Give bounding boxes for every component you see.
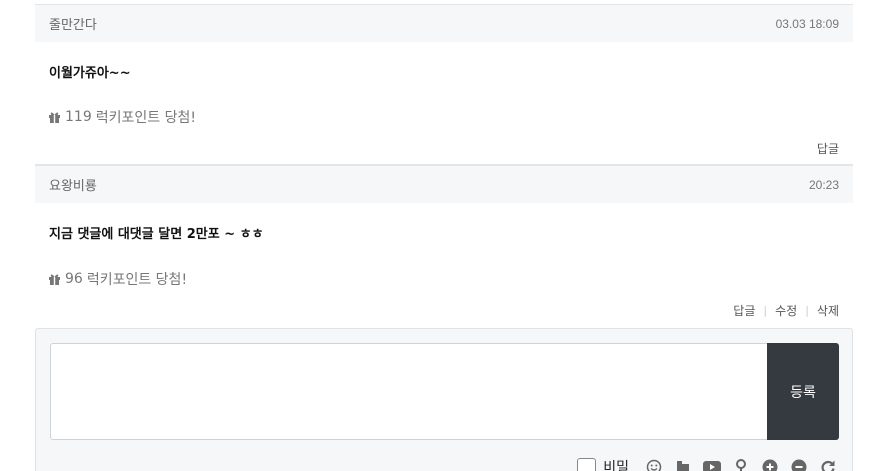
comment-date: 03.03 18:09 — [775, 16, 839, 31]
comment-header: 줄만간다 03.03 18:09 — [35, 4, 853, 42]
lucky-point-text: 럭키포인트 당첨! — [86, 272, 188, 288]
map-pin-icon[interactable] — [731, 458, 751, 471]
lucky-point-notice: 119 럭키포인트 당첨! — [48, 107, 196, 127]
secret-label: 비밀 — [603, 460, 629, 471]
comment-date: 20:23 — [808, 177, 839, 192]
emoticon-icon[interactable] — [644, 458, 664, 471]
action-separator: | — [805, 304, 809, 317]
lucky-point-text: 럭키포인트 당첨! — [95, 110, 196, 126]
action-separator: | — [763, 304, 768, 317]
lucky-point-notice: 96 럭키포인트 당첨! — [48, 269, 187, 289]
secret-toggle[interactable]: 비밀 — [577, 457, 629, 471]
reply-button[interactable]: 답글 — [733, 302, 755, 319]
comment-item: 줄만간다 03.03 18:09 이월가쥬아~~ 119 럭키포인트 당첨! 답… — [35, 4, 853, 164]
comment-actions: 답글 | 수정 | 삭제 — [733, 302, 839, 319]
zoom-out-icon[interactable] — [789, 458, 809, 471]
secret-checkbox[interactable] — [577, 457, 597, 471]
gift-icon — [48, 111, 61, 123]
comment-body: 이월가쥬아~~ — [49, 66, 131, 81]
comment-textarea[interactable] — [50, 343, 768, 440]
delete-button[interactable]: 삭제 — [817, 302, 839, 319]
comment-body: 지금 댓글에 대댓글 달면 2만포 ~ ㅎㅎ — [49, 227, 264, 242]
gift-icon — [48, 273, 61, 285]
lucky-point-value: 96 — [65, 271, 83, 287]
comment-author[interactable]: 요왕비룡 — [49, 175, 97, 194]
video-icon[interactable] — [702, 458, 722, 471]
comment-header: 요왕비룡 20:23 — [35, 165, 853, 203]
comment-write-box: 등록 비밀 — [35, 328, 853, 471]
comment-item: 요왕비룡 20:23 지금 댓글에 대댓글 달면 2만포 ~ ㅎㅎ 96 럭키포… — [35, 165, 853, 325]
submit-button[interactable]: 등록 — [767, 343, 839, 440]
edit-button[interactable]: 수정 — [775, 302, 797, 319]
image-icon[interactable] — [673, 458, 693, 471]
reply-button[interactable]: 답글 — [817, 140, 839, 157]
comment-actions: 답글 — [817, 140, 839, 157]
comment-author[interactable]: 줄만간다 — [49, 14, 97, 33]
lucky-point-value: 119 — [65, 109, 92, 125]
comment-toolbar: 비밀 — [577, 457, 838, 471]
zoom-in-icon[interactable] — [760, 458, 780, 471]
refresh-icon[interactable] — [818, 458, 838, 471]
